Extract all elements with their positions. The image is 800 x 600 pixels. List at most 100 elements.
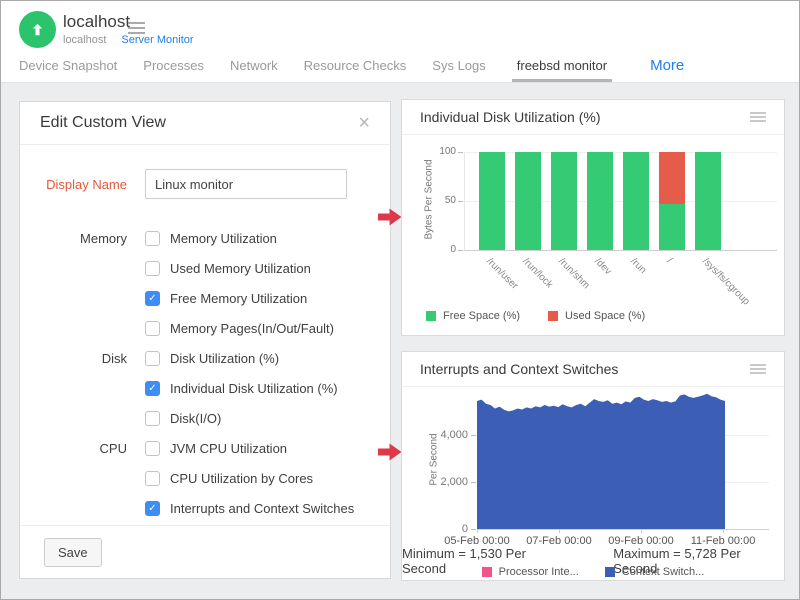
checkbox-label: Interrupts and Context Switches	[170, 501, 354, 516]
bar-used-space	[659, 152, 685, 204]
checkbox-row: ✓ Interrupts and Context Switches	[44, 493, 366, 523]
checkbox-unchecked[interactable]	[145, 321, 160, 336]
context-switches-area	[477, 392, 725, 529]
monitor-status-icon	[19, 11, 56, 48]
dialog-header: Edit Custom View ×	[20, 102, 390, 145]
checkbox-unchecked[interactable]	[145, 351, 160, 366]
y-tick-mark	[471, 482, 476, 483]
breadcrumb: localhost Server Monitor	[63, 34, 194, 46]
checkbox-label: CPU Utilization by Cores	[170, 471, 313, 486]
disk-chart-plot: /run/user/run/lock/run/shm/dev/run//sys/…	[464, 152, 777, 251]
checkbox-unchecked[interactable]	[145, 441, 160, 456]
checkbox-unchecked[interactable]	[145, 411, 160, 426]
legend-label: Used Space (%)	[565, 310, 645, 322]
legend-item: Processor Inte...	[482, 566, 579, 578]
checkbox-row: Memory Pages(In/Out/Fault)	[44, 313, 366, 343]
y-tick-label: 2,000	[402, 476, 468, 488]
display-name-row: Display Name	[44, 169, 366, 199]
legend-item: Free Space (%)	[426, 310, 520, 322]
tab-device-snapshot[interactable]: Device Snapshot	[19, 58, 117, 82]
breadcrumb-link[interactable]: Server Monitor	[121, 34, 193, 46]
x-tick-label: /	[664, 256, 674, 266]
checkbox-row: CPU Utilization by Cores	[44, 463, 366, 493]
x-tick-label: /run/lock	[520, 256, 555, 291]
checkbox-row: CPU JVM CPU Utilization	[44, 433, 366, 463]
y-tick-label: 4,000	[402, 429, 468, 441]
legend-item: Context Switch...	[605, 566, 705, 578]
bar-free-space	[479, 152, 505, 250]
y-tick-label: 50	[402, 195, 456, 206]
bar-free-space	[695, 152, 721, 250]
category-label: Memory	[44, 231, 127, 246]
breadcrumb-host: localhost	[63, 34, 106, 46]
checkbox-label: Free Memory Utilization	[170, 291, 307, 306]
y-tick-mark	[458, 152, 463, 153]
tab-processes[interactable]: Processes	[143, 58, 204, 82]
x-tick-mark	[559, 529, 560, 533]
chart-title: Interrupts and Context Switches	[420, 361, 618, 377]
gridline	[465, 152, 777, 153]
x-tick-mark	[641, 529, 642, 533]
server-monitor-page: localhost localhost Server Monitor Devic…	[0, 0, 800, 600]
bar-free-space	[659, 204, 685, 250]
y-tick-mark	[458, 201, 463, 202]
display-name-input[interactable]	[145, 169, 347, 199]
close-icon[interactable]: ×	[358, 113, 370, 133]
x-tick-label: /dev	[592, 256, 613, 277]
y-tick-mark	[458, 250, 463, 251]
display-name-label: Display Name	[44, 177, 127, 192]
checkbox-checked[interactable]: ✓	[145, 381, 160, 396]
chart-legend: Processor Inte... Context Switch...	[402, 566, 784, 578]
checkbox-label: Disk(I/O)	[170, 411, 221, 426]
tab-freebsd-monitor[interactable]: freebsd monitor	[512, 58, 612, 82]
disk-utilization-panel: Individual Disk Utilization (%) Bytes Pe…	[401, 99, 785, 336]
tab-resource-checks[interactable]: Resource Checks	[304, 58, 407, 82]
chart-menu-icon[interactable]	[750, 110, 766, 124]
legend-label: Processor Inte...	[499, 566, 579, 578]
metric-checklist: MemoryMemory UtilizationUsed Memory Util…	[44, 223, 366, 523]
arrow-up-icon	[29, 21, 46, 38]
arrow-right-icon	[378, 443, 402, 461]
x-tick-label: /run/user	[484, 256, 520, 292]
bar-free-space	[623, 152, 649, 250]
tab-sys-logs[interactable]: Sys Logs	[432, 58, 485, 82]
x-tick-label: /run	[628, 256, 648, 276]
legend-swatch	[482, 567, 492, 577]
checkbox-unchecked[interactable]	[145, 231, 160, 246]
save-button[interactable]: Save	[44, 538, 102, 567]
checkbox-checked[interactable]: ✓	[145, 501, 160, 516]
panel-header: Interrupts and Context Switches	[402, 352, 784, 387]
checkbox-label: JVM CPU Utilization	[170, 441, 287, 456]
x-tick-label: /run/shm	[556, 256, 591, 291]
legend-swatch	[605, 567, 615, 577]
y-tick-label: 0	[402, 244, 456, 255]
checkbox-checked[interactable]: ✓	[145, 291, 160, 306]
y-tick-mark	[471, 529, 476, 530]
category-label: CPU	[44, 441, 127, 456]
checkbox-row: Disk(I/O)	[44, 403, 366, 433]
dialog-title: Edit Custom View	[40, 114, 166, 132]
bar-free-space	[587, 152, 613, 250]
interrupts-chart-plot: 05-Feb 00:0007-Feb 00:0009-Feb 00:0011-F…	[477, 392, 769, 530]
page-title: localhost	[63, 12, 130, 32]
tab-more[interactable]: More	[650, 57, 684, 82]
bar-free-space	[551, 152, 577, 250]
checkbox-row: MemoryMemory Utilization	[44, 223, 366, 253]
arrow-right-icon	[378, 208, 402, 226]
checkbox-label: Memory Pages(In/Out/Fault)	[170, 321, 334, 336]
interrupts-panel: Interrupts and Context Switches Per Seco…	[401, 351, 785, 581]
checkbox-row: ✓ Free Memory Utilization	[44, 283, 366, 313]
dialog-footer: Save	[20, 525, 390, 578]
x-tick-mark	[477, 529, 478, 533]
panel-header: Individual Disk Utilization (%)	[402, 100, 784, 135]
legend-item: Used Space (%)	[548, 310, 645, 322]
chart-menu-icon[interactable]	[750, 362, 766, 376]
tab-network[interactable]: Network	[230, 58, 278, 82]
legend-label: Free Space (%)	[443, 310, 520, 322]
checkbox-unchecked[interactable]	[145, 471, 160, 486]
x-tick-label: /sys/fs/cgroup	[700, 256, 751, 307]
gridline	[465, 201, 777, 202]
checkbox-row: DiskDisk Utilization (%)	[44, 343, 366, 373]
checkbox-unchecked[interactable]	[145, 261, 160, 276]
tab-bar: Device Snapshot Processes Network Resource …	[19, 51, 799, 82]
